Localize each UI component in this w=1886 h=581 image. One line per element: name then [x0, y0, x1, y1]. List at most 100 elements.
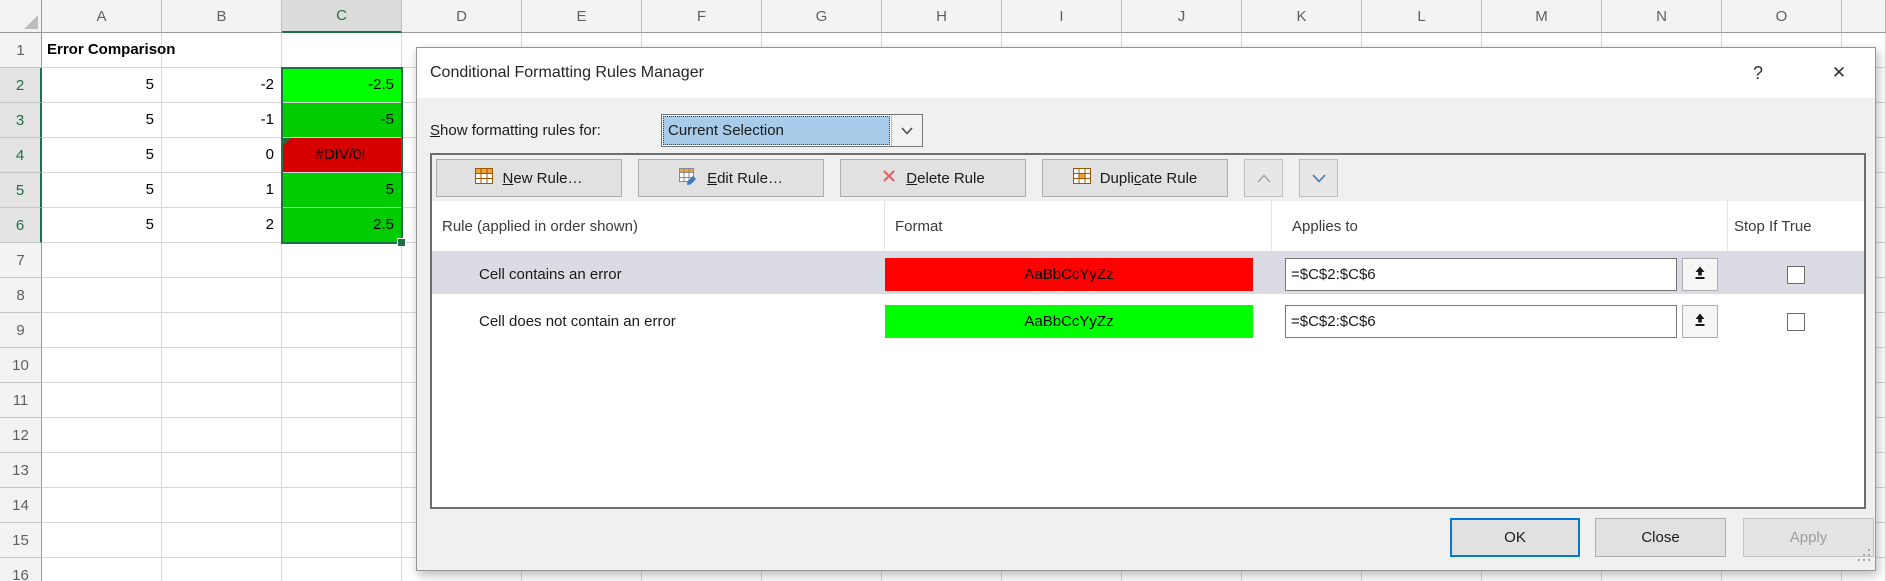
column-header-L[interactable]: L [1362, 0, 1482, 33]
cell[interactable]: -2.5 [282, 68, 402, 103]
cell[interactable] [282, 348, 402, 383]
cell[interactable]: 1 [162, 173, 282, 208]
stop-if-true-checkbox[interactable] [1787, 313, 1805, 331]
cell[interactable] [282, 33, 402, 68]
column-header-partial[interactable] [1842, 0, 1886, 33]
close-button[interactable]: ✕ [1823, 58, 1855, 88]
cell[interactable]: -1 [162, 103, 282, 138]
row-header-5[interactable]: 5 [0, 173, 42, 208]
cell[interactable] [282, 488, 402, 523]
cell[interactable] [42, 418, 162, 453]
cell[interactable]: 5 [42, 68, 162, 103]
column-header-G[interactable]: G [762, 0, 882, 33]
cell[interactable] [42, 313, 162, 348]
close-dialog-button[interactable]: Close [1595, 518, 1726, 557]
stop-if-true-checkbox[interactable] [1787, 266, 1805, 284]
rule-row[interactable]: Cell does not contain an error AaBbCcYyZ… [432, 298, 1864, 345]
cell[interactable] [42, 558, 162, 581]
cell[interactable] [162, 488, 282, 523]
row-header-8[interactable]: 8 [0, 278, 42, 313]
cell[interactable]: -5 [282, 103, 402, 138]
cell[interactable]: 2.5 [282, 208, 402, 243]
row-header-3[interactable]: 3 [0, 103, 42, 138]
move-rule-down-button[interactable] [1299, 159, 1338, 197]
cell[interactable]: 5 [42, 173, 162, 208]
applies-to-input[interactable] [1285, 305, 1677, 338]
cell[interactable] [162, 33, 282, 68]
column-header-E[interactable]: E [522, 0, 642, 33]
cell[interactable] [162, 348, 282, 383]
row-header-15[interactable]: 15 [0, 523, 42, 558]
cell[interactable] [42, 278, 162, 313]
applies-to-input[interactable] [1285, 258, 1677, 291]
cell[interactable] [282, 383, 402, 418]
column-header-H[interactable]: H [882, 0, 1002, 33]
cell[interactable] [162, 523, 282, 558]
edit-rule-button[interactable]: Edit Rule… [638, 159, 824, 197]
cell[interactable] [42, 523, 162, 558]
select-all-corner[interactable] [0, 0, 42, 33]
column-header-I[interactable]: I [1002, 0, 1122, 33]
row-header-16[interactable]: 16 [0, 558, 42, 581]
column-header-F[interactable]: F [642, 0, 762, 33]
resize-grip-icon[interactable] [1858, 549, 1871, 566]
cell[interactable]: 5 [42, 103, 162, 138]
ok-button[interactable]: OK [1450, 518, 1580, 557]
cell[interactable] [42, 383, 162, 418]
cell[interactable]: 5 [42, 138, 162, 173]
cell[interactable] [162, 313, 282, 348]
cell[interactable] [282, 418, 402, 453]
cell[interactable] [282, 243, 402, 278]
cell[interactable] [42, 348, 162, 383]
rule-row[interactable]: Cell contains an error AaBbCcYyZz [432, 251, 1864, 298]
cell[interactable] [282, 313, 402, 348]
cell[interactable]: -2 [162, 68, 282, 103]
cell[interactable]: 2 [162, 208, 282, 243]
help-button[interactable]: ? [1742, 58, 1774, 88]
cell[interactable] [42, 488, 162, 523]
column-header-M[interactable]: M [1482, 0, 1602, 33]
row-header-10[interactable]: 10 [0, 348, 42, 383]
new-rule-button[interactable]: New Rule… [436, 159, 622, 197]
cell[interactable] [42, 243, 162, 278]
duplicate-rule-button[interactable]: Duplicate Rule [1042, 159, 1228, 197]
cell[interactable]: #DIV/0! [282, 138, 402, 173]
cell[interactable] [282, 278, 402, 313]
row-header-11[interactable]: 11 [0, 383, 42, 418]
cell[interactable] [282, 453, 402, 488]
cell[interactable] [162, 243, 282, 278]
scope-dropdown[interactable]: Current Selection [661, 114, 923, 147]
column-header-J[interactable]: J [1122, 0, 1242, 33]
fill-handle[interactable] [397, 238, 406, 247]
row-header-2[interactable]: 2 [0, 68, 42, 103]
cell[interactable]: 5 [282, 173, 402, 208]
column-header-D[interactable]: D [402, 0, 522, 33]
cell[interactable] [42, 453, 162, 488]
row-header-12[interactable]: 12 [0, 418, 42, 453]
column-header-O[interactable]: O [1722, 0, 1842, 33]
row-header-4[interactable]: 4 [0, 138, 42, 173]
cell[interactable] [162, 453, 282, 488]
column-header-B[interactable]: B [162, 0, 282, 33]
row-header-1[interactable]: 1 [0, 33, 42, 68]
cell[interactable] [162, 383, 282, 418]
column-header-N[interactable]: N [1602, 0, 1722, 33]
cell[interactable] [162, 558, 282, 581]
cell[interactable]: 5 [42, 208, 162, 243]
cell[interactable]: 0 [162, 138, 282, 173]
cell[interactable] [282, 558, 402, 581]
column-header-K[interactable]: K [1242, 0, 1362, 33]
column-header-A[interactable]: A [42, 0, 162, 33]
cell[interactable] [282, 523, 402, 558]
row-header-7[interactable]: 7 [0, 243, 42, 278]
row-header-9[interactable]: 9 [0, 313, 42, 348]
column-header-C[interactable]: C [282, 0, 402, 33]
range-picker-button[interactable] [1682, 305, 1718, 338]
chevron-down-icon[interactable] [891, 115, 922, 146]
range-picker-button[interactable] [1682, 258, 1718, 291]
cell[interactable] [162, 418, 282, 453]
cell[interactable]: Error Comparison [42, 33, 162, 68]
cell[interactable] [162, 278, 282, 313]
row-header-13[interactable]: 13 [0, 453, 42, 488]
row-header-6[interactable]: 6 [0, 208, 42, 243]
